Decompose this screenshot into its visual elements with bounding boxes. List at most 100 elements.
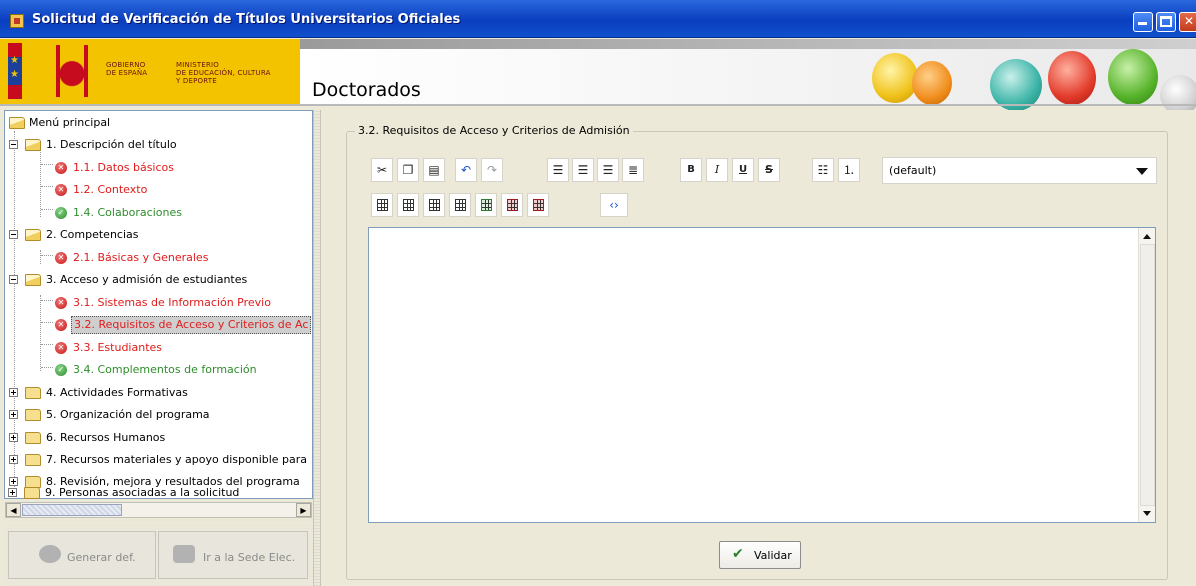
tree-item-1-1[interactable]: ✕ 1.1. Datos básicos	[5, 158, 310, 178]
tree-root[interactable]: Menú principal	[5, 113, 310, 133]
italic-icon: I	[714, 163, 720, 176]
expand-icon[interactable]	[9, 410, 18, 419]
justify-button[interactable]: ≣	[622, 158, 644, 182]
ministry-label: MINISTERIO DE EDUCACIÓN, CULTURA Y DEPOR…	[176, 61, 271, 85]
gear-icon	[39, 545, 61, 563]
insert-column-button[interactable]	[449, 193, 471, 217]
numbered-list-button[interactable]: ⒈	[838, 158, 860, 182]
rich-text-editor[interactable]	[368, 227, 1156, 523]
validate-button[interactable]: ✔ Validar	[719, 541, 801, 569]
collapse-icon[interactable]	[9, 275, 18, 284]
error-icon: ✕	[55, 162, 67, 174]
copy-button[interactable]: ❐	[397, 158, 419, 182]
table-properties-icon	[403, 199, 414, 211]
folder-open-icon	[25, 274, 41, 286]
table-icon	[377, 199, 388, 211]
tree-item-2-1[interactable]: ✕ 2.1. Básicas y Generales	[5, 248, 310, 268]
tree-item-3-2-selected[interactable]: ✕ 3.2. Requisitos de Acceso y Criterios …	[5, 315, 312, 335]
tree-item-3-1[interactable]: ✕ 3.1. Sistemas de Información Previo	[5, 293, 310, 313]
tree-item-5[interactable]: 5. Organización del programa	[5, 405, 310, 425]
expand-icon[interactable]	[8, 488, 17, 497]
paste-button[interactable]: ▤	[423, 158, 445, 182]
panel-splitter[interactable]	[313, 110, 321, 586]
close-button[interactable]: ✕	[1179, 12, 1196, 32]
delete-column-button[interactable]	[527, 193, 549, 217]
tree-item-1[interactable]: 1. Descripción del título	[5, 135, 310, 155]
scroll-left-icon[interactable]: ◀	[6, 503, 21, 517]
section-title: Doctorados	[312, 79, 421, 101]
delete-row-button[interactable]	[501, 193, 523, 217]
redo-icon: ↷	[486, 163, 498, 177]
spain-flag-icon	[8, 43, 22, 99]
expand-icon[interactable]	[9, 455, 18, 464]
tree-item-4[interactable]: 4. Actividades Formativas	[5, 383, 310, 403]
generate-button[interactable]: Generar def.	[8, 531, 156, 579]
font-select[interactable]: (default)	[882, 157, 1157, 184]
source-code-button[interactable]: ‹›	[600, 193, 628, 217]
italic-button[interactable]: I	[706, 158, 728, 182]
minimize-button[interactable]	[1133, 12, 1153, 32]
scroll-right-icon[interactable]: ▶	[296, 503, 311, 517]
collapse-icon[interactable]	[9, 140, 18, 149]
numbered-list-icon: ⒈	[842, 163, 855, 177]
error-icon: ✕	[55, 184, 67, 196]
tree-item-3-3[interactable]: ✕ 3.3. Estudiantes	[5, 338, 310, 358]
tree-item-9[interactable]: 9. Personas asociadas a la solicitud	[4, 483, 309, 503]
editor-vertical-scrollbar[interactable]	[1138, 228, 1155, 522]
insert-table-button[interactable]	[371, 193, 393, 217]
align-right-button[interactable]: ☰	[597, 158, 619, 182]
redo-button[interactable]: ↷	[481, 158, 503, 182]
folder-open-icon	[25, 139, 41, 151]
folder-open-icon	[9, 117, 25, 129]
align-left-button[interactable]: ☰	[547, 158, 569, 182]
folder-icon	[25, 454, 41, 466]
tree-item-3[interactable]: 3. Acceso y admisión de estudiantes	[5, 270, 310, 290]
tree-item-6[interactable]: 6. Recursos Humanos	[5, 428, 310, 448]
merge-cells-button[interactable]	[475, 193, 497, 217]
align-center-button[interactable]: ☰	[572, 158, 594, 182]
scroll-down-icon[interactable]	[1143, 511, 1151, 516]
monitor-icon	[173, 545, 195, 563]
bullet-list-icon: ☷	[817, 163, 829, 177]
delete-row-icon	[507, 199, 518, 211]
maximize-button[interactable]	[1156, 12, 1176, 32]
group-title: 3.2. Requisitos de Acceso y Criterios de…	[355, 124, 633, 137]
collapse-icon[interactable]	[9, 230, 18, 239]
underline-icon: U	[738, 164, 748, 175]
underline-button[interactable]: U	[732, 158, 754, 182]
sede-button[interactable]: Ir a la Sede Elec.	[158, 531, 308, 579]
tree-item-7[interactable]: 7. Recursos materiales y apoyo disponibl…	[5, 450, 310, 470]
tree-item-1-2[interactable]: ✕ 1.2. Contexto	[5, 180, 310, 200]
window-title-bar[interactable]: Solicitud de Verificación de Títulos Uni…	[0, 0, 1196, 38]
cut-button[interactable]: ✂	[371, 158, 393, 182]
tree-item-1-4[interactable]: ✓ 1.4. Colaboraciones	[5, 203, 310, 223]
navigation-tree[interactable]: Menú principal 1. Descripción del título…	[4, 110, 313, 499]
clipboard-icon: ▤	[428, 163, 440, 177]
figure-yellow-icon	[872, 53, 918, 103]
expand-icon[interactable]	[9, 433, 18, 442]
strikethrough-button[interactable]: S	[758, 158, 780, 182]
bullet-list-button[interactable]: ☷	[812, 158, 834, 182]
maximize-icon	[1160, 16, 1172, 27]
folder-icon	[25, 432, 41, 444]
tree-item-2[interactable]: 2. Competencias	[5, 225, 310, 245]
expand-icon[interactable]	[9, 388, 18, 397]
error-icon: ✕	[55, 342, 67, 354]
figure-orange-icon	[912, 61, 952, 105]
error-icon: ✕	[55, 319, 67, 331]
scrollbar-track[interactable]	[1140, 244, 1155, 506]
figure-red-icon	[1048, 51, 1096, 105]
scrollbar-thumb[interactable]	[22, 504, 122, 516]
insert-row-button[interactable]	[423, 193, 445, 217]
checkmark-icon: ✔	[732, 546, 744, 562]
tree-item-3-4[interactable]: ✓ 3.4. Complementos de formación	[5, 360, 310, 380]
scroll-up-icon[interactable]	[1143, 234, 1151, 239]
merge-cells-icon	[481, 199, 492, 211]
undo-button[interactable]: ↶	[455, 158, 477, 182]
bold-button[interactable]: B	[680, 158, 702, 182]
table-properties-button[interactable]	[397, 193, 419, 217]
window-title: Solicitud de Verificación de Títulos Uni…	[32, 12, 461, 27]
align-center-icon: ☰	[577, 163, 589, 177]
delete-column-icon	[533, 199, 544, 211]
tree-horizontal-scrollbar[interactable]: ◀ ▶	[5, 502, 312, 518]
